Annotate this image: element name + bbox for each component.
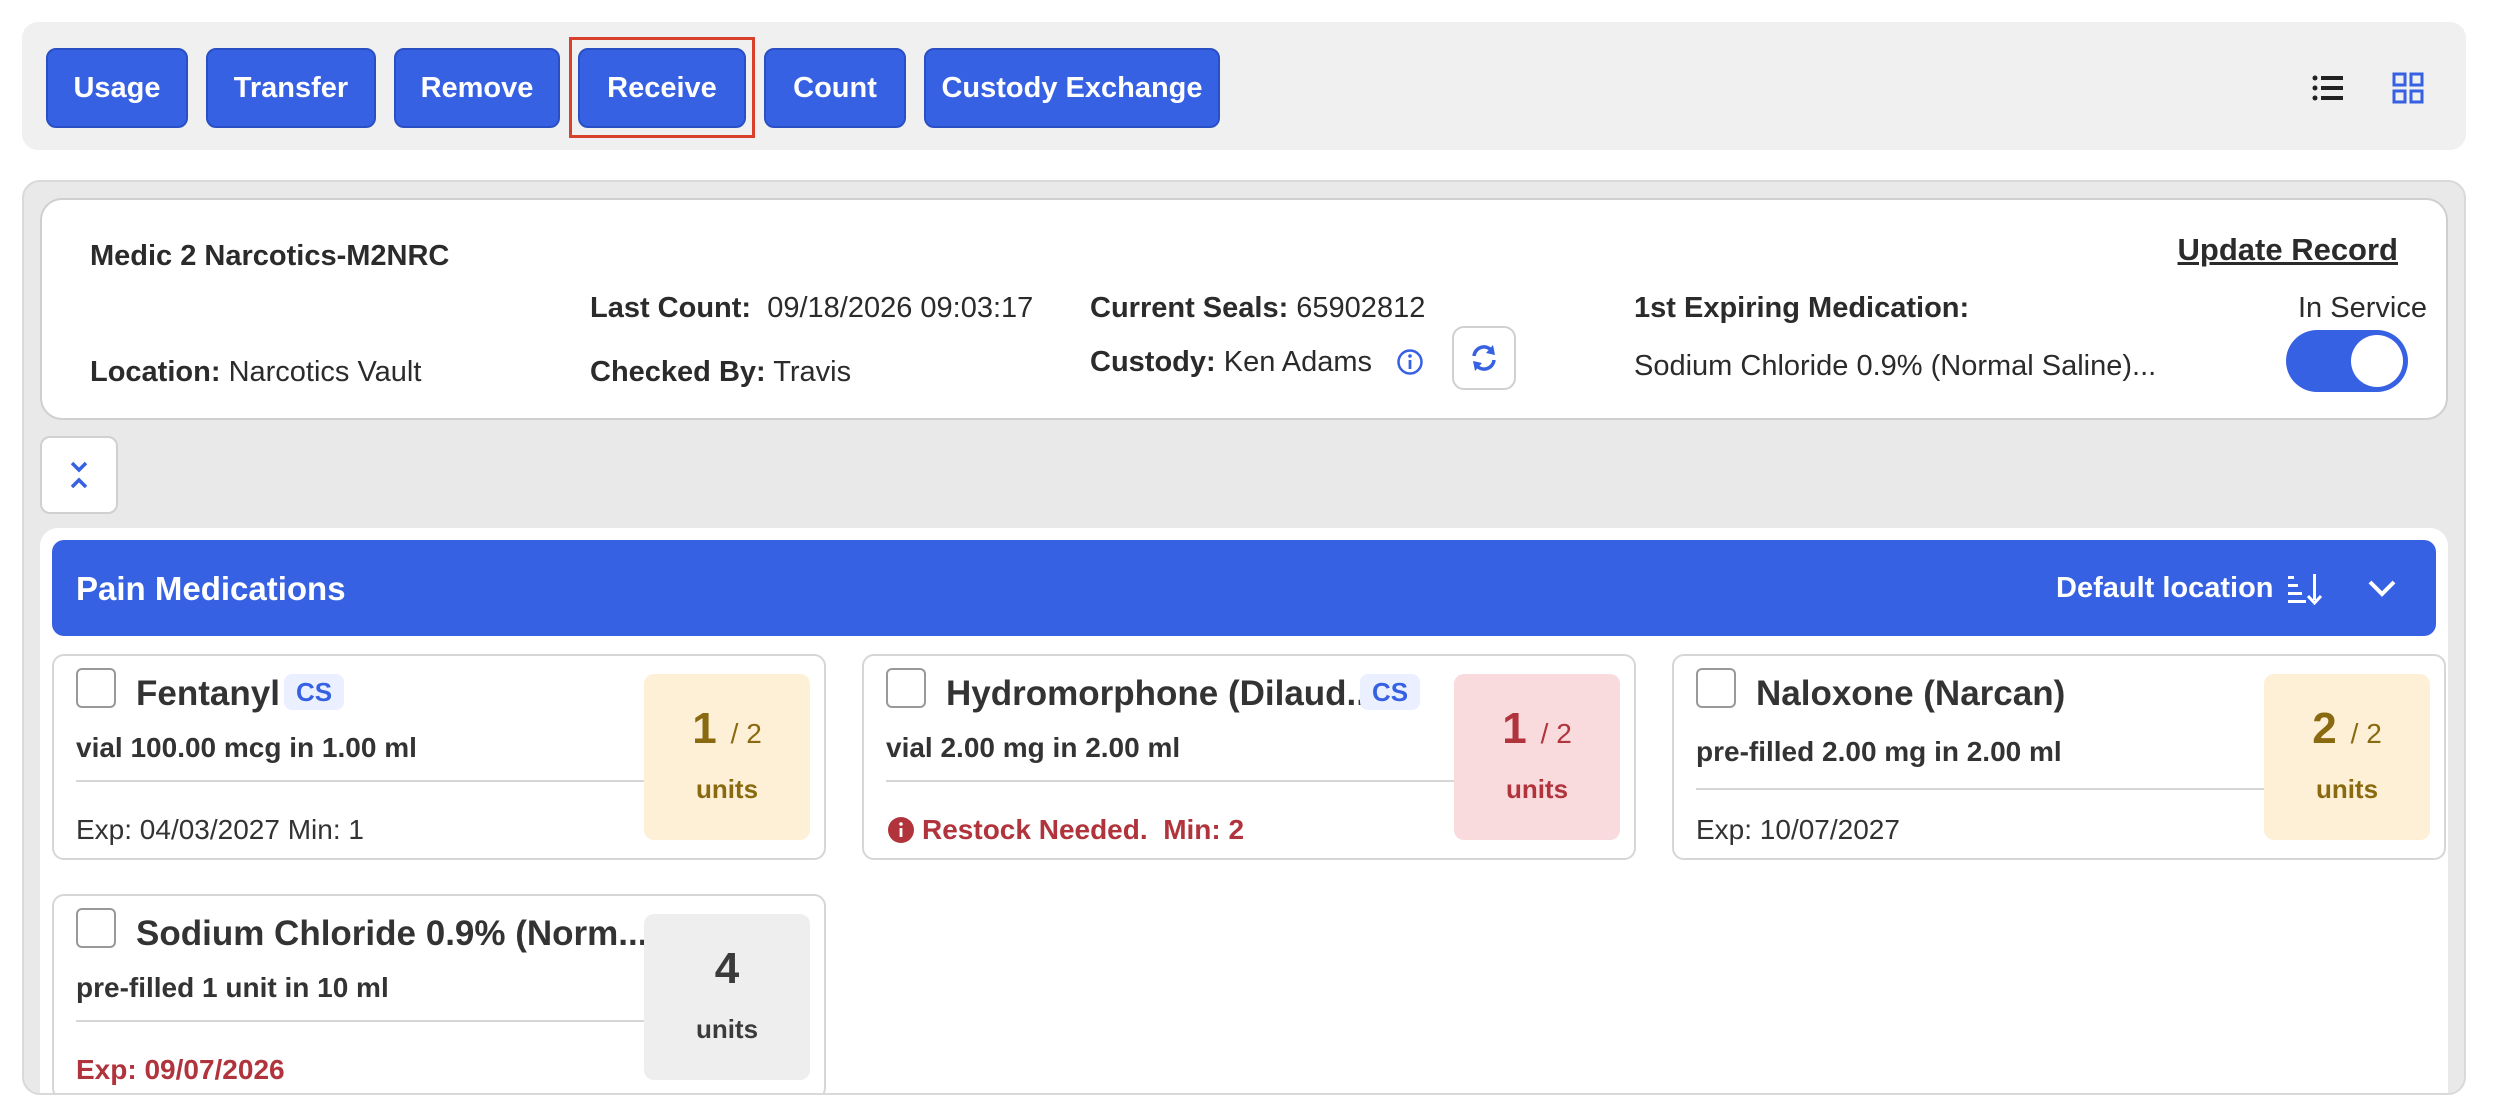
custody-info-icon[interactable]	[1396, 348, 1424, 376]
quantity-max: / 2	[730, 718, 762, 749]
quantity-units: units	[2315, 774, 2379, 804]
chevron-down-icon[interactable]	[2362, 568, 2402, 608]
divider	[76, 1020, 644, 1022]
divider	[1696, 788, 2264, 790]
expiration-text: Exp: 10/07/2027	[1696, 814, 1900, 845]
in-service-toggle[interactable]	[2286, 330, 2408, 392]
list-view-icon[interactable]	[2306, 66, 2350, 110]
medication-description: pre-filled 2.00 mg in 2.00 ml	[1696, 736, 2062, 767]
divider	[76, 780, 644, 782]
expiration-text: Exp: 04/03/2027 Min: 1	[76, 814, 364, 845]
receive-highlight-box	[569, 37, 755, 138]
section-title: Pain Medications	[76, 570, 346, 607]
remove-button[interactable]: Remove	[394, 48, 560, 128]
seals-field: Current Seals: 65902812	[1090, 292, 1425, 325]
action-toolbar: Usage Transfer Remove Receive Count Cust…	[22, 22, 2466, 150]
quantity-units: units	[695, 1014, 759, 1044]
custody-field: Custody: Ken Adams	[1090, 346, 1372, 379]
medication-card-sodium-chloride[interactable]: Sodium Chloride 0.9% (Norm... pre-filled…	[52, 894, 826, 1093]
usage-button[interactable]: Usage	[46, 48, 188, 128]
custody-exchange-button[interactable]: Custody Exchange	[924, 48, 1220, 128]
last-count-value: 09/18/2026 09:03:17	[767, 292, 1034, 324]
collapse-chevrons-icon	[70, 461, 88, 489]
restock-text: Restock Needed.	[922, 814, 1148, 845]
quantity-max: / 2	[1540, 718, 1572, 749]
quantity-box: 1 / 2 units	[1454, 674, 1620, 840]
count-button[interactable]: Count	[764, 48, 906, 128]
in-service-label: In Service	[2298, 292, 2427, 324]
select-checkbox[interactable]	[76, 668, 116, 708]
restock-warning: Restock Needed. Min: 2	[888, 814, 1244, 846]
medication-name: Naloxone (Narcan)	[1756, 674, 2066, 713]
section-header[interactable]: Pain Medications Default location	[52, 540, 2436, 636]
quantity-max: / 2	[2350, 718, 2382, 749]
expiring-label: 1st Expiring Medication:	[1634, 292, 1970, 324]
quantity-value: 1	[692, 704, 717, 753]
seals-value: 65902812	[1296, 292, 1426, 324]
quantity-units: units	[1505, 774, 1569, 804]
checked-by-field: Checked By: Travis	[590, 356, 851, 389]
pain-medications-section: Pain Medications Default location Fentan…	[40, 528, 2448, 1093]
medication-card-fentanyl[interactable]: Fentanyl CS vial 100.00 mcg in 1.00 ml E…	[52, 654, 826, 860]
medication-name: Sodium Chloride 0.9% (Norm...	[136, 914, 648, 953]
record-info-card: Medic 2 Narcotics-M2NRC Update Record Lo…	[40, 198, 2448, 420]
last-count-label: Last Count:	[590, 292, 752, 324]
main-panel: Medic 2 Narcotics-M2NRC Update Record Lo…	[22, 180, 2466, 1095]
medication-description: vial 2.00 mg in 2.00 ml	[886, 732, 1181, 763]
medication-description: pre-filled 1 unit in 10 ml	[76, 972, 389, 1003]
collapse-button[interactable]	[40, 436, 118, 514]
divider	[886, 780, 1454, 782]
restock-min: Min: 2	[1163, 814, 1245, 845]
transfer-button[interactable]: Transfer	[206, 48, 376, 128]
quantity-units: units	[695, 774, 759, 804]
quantity-box: 2 / 2 units	[2264, 674, 2430, 840]
select-checkbox[interactable]	[76, 908, 116, 948]
controlled-substance-badge: CS	[284, 674, 345, 710]
medication-description: vial 100.00 mcg in 1.00 ml	[76, 732, 417, 763]
warning-info-icon	[888, 817, 914, 843]
refresh-custody-button[interactable]	[1452, 326, 1516, 390]
update-record-link[interactable]: Update Record	[2178, 232, 2398, 268]
expiring-value: Sodium Chloride 0.9% (Normal Saline)...	[1634, 350, 2157, 382]
toggle-knob	[2351, 335, 2403, 387]
quantity-value: 1	[1502, 704, 1527, 753]
checked-by-value: Travis	[773, 356, 852, 388]
refresh-icon	[1472, 345, 1496, 371]
quantity-box: 1 / 2 units	[644, 674, 810, 840]
select-checkbox[interactable]	[1696, 668, 1736, 708]
controlled-substance-badge: CS	[1360, 674, 1421, 710]
select-checkbox[interactable]	[886, 668, 926, 708]
checked-by-label: Checked By:	[590, 356, 766, 388]
medication-card-hydromorphone[interactable]: Hydromorphone (Dilaud... CS vial 2.00 mg…	[862, 654, 1636, 860]
last-count-field: Last Count: 09/18/2026 09:03:17	[590, 292, 1033, 325]
default-location-selector[interactable]: Default location	[2056, 572, 2274, 605]
grid-view-icon[interactable]	[2386, 66, 2430, 110]
custody-label: Custody:	[1090, 346, 1216, 378]
quantity-box: 4 units	[644, 914, 810, 1080]
custody-value: Ken Adams	[1223, 346, 1373, 378]
quantity-value: 4	[714, 944, 740, 993]
medication-card-naloxone[interactable]: Naloxone (Narcan) pre-filled 2.00 mg in …	[1672, 654, 2446, 860]
record-title: Medic 2 Narcotics-M2NRC	[90, 240, 450, 272]
seals-label: Current Seals:	[1090, 292, 1289, 324]
medication-name: Fentanyl	[136, 674, 280, 713]
expiration-text: Exp: 09/07/2026	[76, 1054, 285, 1085]
medication-name: Hydromorphone (Dilaud...	[946, 674, 1376, 713]
sort-icon[interactable]	[2284, 568, 2324, 608]
location-field: Location: Narcotics Vault	[90, 356, 421, 389]
quantity-value: 2	[2312, 704, 2337, 753]
location-value: Narcotics Vault	[228, 356, 422, 388]
location-label: Location:	[90, 356, 221, 388]
